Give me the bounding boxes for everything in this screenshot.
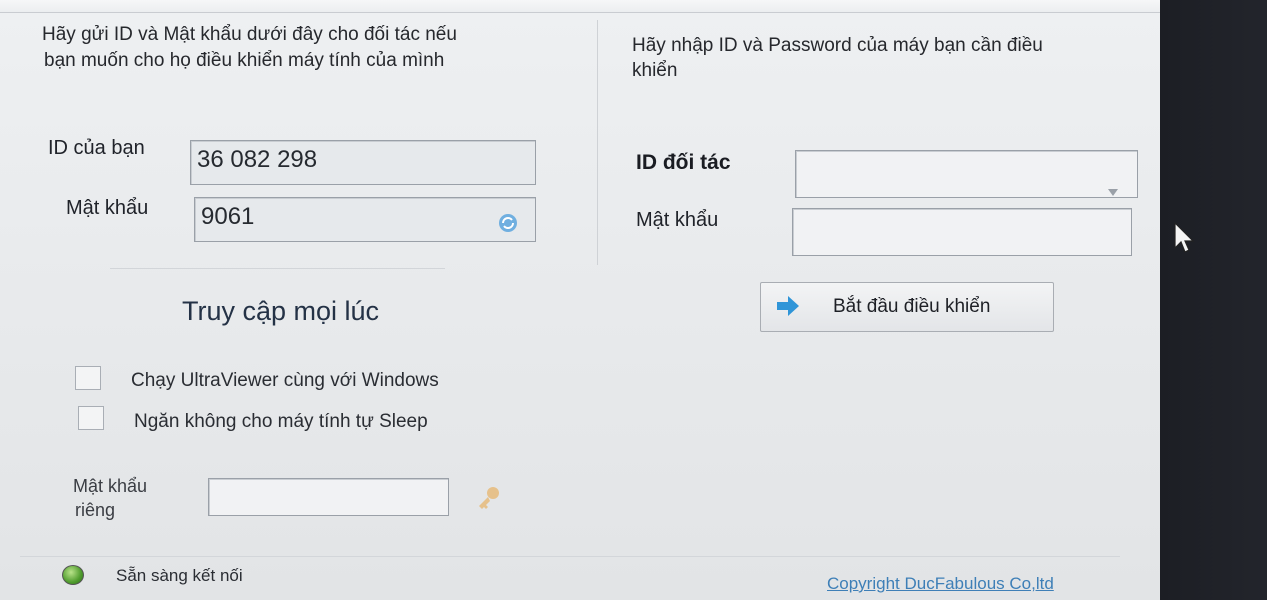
your-id-value: 36 082 298 <box>197 146 318 173</box>
start-control-label: Bắt đầu điều khiển <box>833 296 991 317</box>
run-with-windows-label: Chạy UltraViewer cùng với Windows <box>131 370 439 391</box>
mouse-pointer-icon <box>1174 221 1196 261</box>
right-instruction-line1: Hãy nhập ID và Password của máy bạn cần … <box>632 35 1043 56</box>
partner-password-label: Mật khẩu <box>636 209 719 231</box>
desktop-background <box>1160 0 1267 600</box>
key-icon[interactable] <box>476 484 502 515</box>
your-password-label: Mật khẩu <box>66 197 149 219</box>
partner-password-field[interactable] <box>792 208 1132 256</box>
your-id-field[interactable]: 36 082 298 <box>190 140 536 185</box>
prevent-sleep-label: Ngăn không cho máy tính tự Sleep <box>134 411 428 432</box>
run-with-windows-checkbox[interactable] <box>75 366 101 390</box>
panel-divider <box>597 20 598 265</box>
your-id-label: ID của bạn <box>48 137 145 159</box>
left-instruction-line1: Hãy gửi ID và Mật khẩu dưới đây cho đối … <box>42 24 457 45</box>
private-password-field[interactable] <box>208 478 449 516</box>
unattended-heading: Truy cập mọi lúc <box>182 296 380 326</box>
partner-id-label: ID đối tác <box>636 151 731 174</box>
private-password-label-line1: Mật khẩu <box>73 476 148 496</box>
chevron-down-icon[interactable] <box>1107 171 1119 209</box>
refresh-icon[interactable] <box>497 208 519 232</box>
your-password-field[interactable]: 9061 <box>194 197 536 242</box>
app-window: Hãy gửi ID và Mật khẩu dưới đây cho đối … <box>0 0 1161 600</box>
status-text: Sẵn sàng kết nối <box>116 566 243 585</box>
your-password-value: 9061 <box>201 203 255 230</box>
private-password-label-line2: riêng <box>75 500 116 520</box>
partner-id-combobox[interactable] <box>795 150 1138 198</box>
arrow-right-icon <box>775 294 801 318</box>
left-instruction-line2: bạn muốn cho họ điều khiển máy tính của … <box>44 50 445 71</box>
window-title-strip <box>0 0 1160 13</box>
right-instruction-line2: khiển <box>632 60 678 81</box>
status-divider <box>20 556 1120 557</box>
start-control-button[interactable]: Bắt đầu điều khiển <box>760 282 1054 332</box>
prevent-sleep-checkbox[interactable] <box>78 406 104 430</box>
left-section-divider <box>110 268 445 269</box>
status-indicator-icon <box>62 565 84 585</box>
copyright-link[interactable]: Copyright DucFabulous Co,ltd <box>827 574 1054 594</box>
